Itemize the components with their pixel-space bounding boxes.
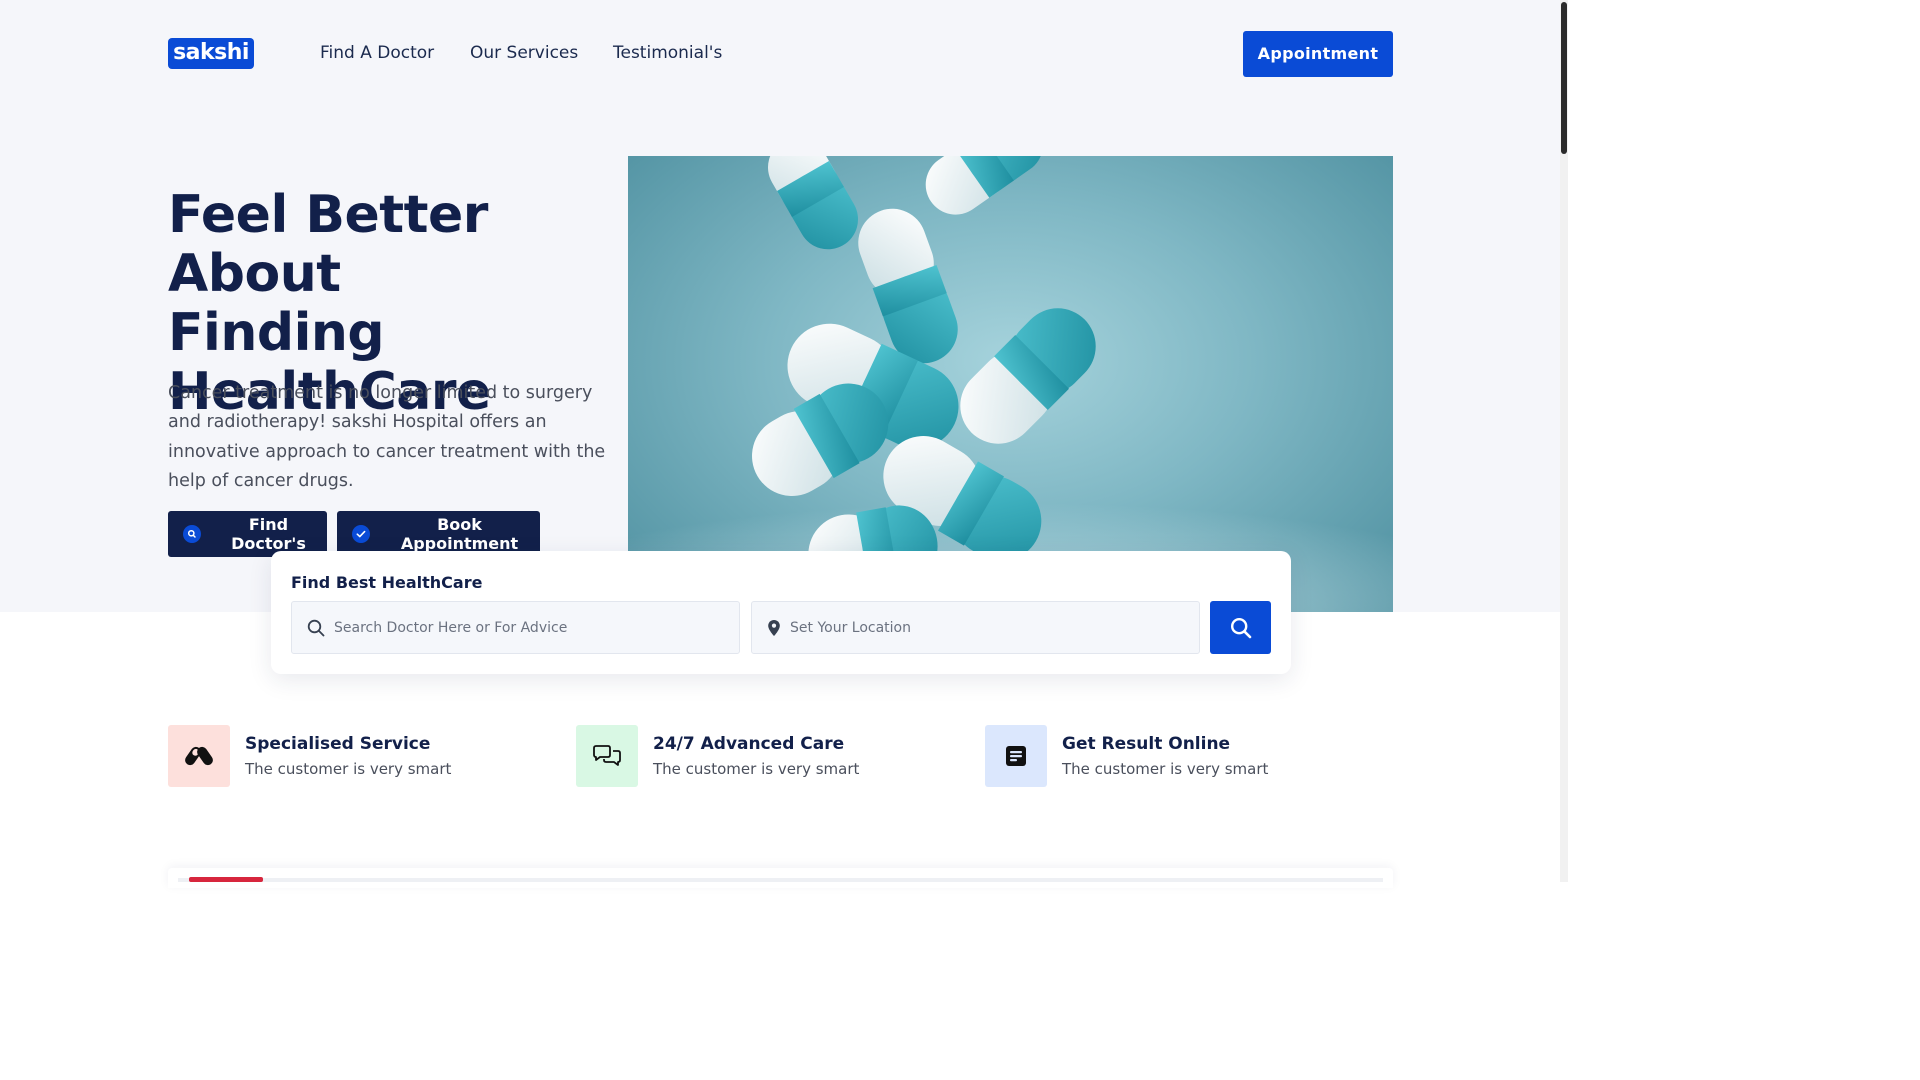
- nav-our-services[interactable]: Our Services: [470, 43, 578, 63]
- appointment-button[interactable]: Appointment: [1243, 31, 1393, 77]
- location-field[interactable]: [751, 601, 1200, 654]
- location-input[interactable]: [790, 619, 1170, 636]
- check-icon: [352, 525, 370, 543]
- search-icon: [1230, 617, 1252, 639]
- doctor-search-field[interactable]: [291, 601, 740, 654]
- search-icon: [183, 525, 201, 543]
- feature-advanced-care: 24/7 Advanced Care The customer is very …: [576, 725, 859, 787]
- next-section-card: [168, 868, 1393, 888]
- feature-title: Get Result Online: [1062, 734, 1231, 754]
- chat-icon: [576, 725, 638, 787]
- find-doctors-label: Find Doctor's: [231, 515, 306, 553]
- feature-title: 24/7 Advanced Care: [653, 734, 845, 754]
- nav-testimonials[interactable]: Testimonial's: [613, 43, 722, 63]
- hero-title-line-2: Finding: [168, 303, 385, 363]
- search-icon: [307, 619, 325, 637]
- accent-bar: [189, 877, 263, 882]
- doctor-search-input[interactable]: [334, 619, 714, 636]
- nav-find-a-doctor[interactable]: Find A Doctor: [320, 43, 434, 63]
- feature-subtitle: The customer is very smart: [245, 760, 452, 778]
- site-logo[interactable]: sakshi: [168, 38, 254, 69]
- hero-title-line-1: Feel Better About: [168, 185, 488, 304]
- feature-title: Specialised Service: [245, 734, 431, 754]
- document-icon: [985, 725, 1047, 787]
- search-card: Find Best HealthCare: [271, 551, 1291, 674]
- feature-result-online: Get Result Online The customer is very s…: [985, 725, 1268, 787]
- search-card-title: Find Best HealthCare: [291, 573, 483, 592]
- hero-description: Cancer treatment is no longer limited to…: [168, 383, 606, 492]
- page-scrollbar[interactable]: [1560, 0, 1568, 882]
- feature-subtitle: The customer is very smart: [1062, 760, 1269, 778]
- feature-subtitle: The customer is very smart: [653, 760, 860, 778]
- pills-icon: [168, 725, 230, 787]
- search-submit-button[interactable]: [1210, 601, 1271, 654]
- book-appointment-label: Book Appointment: [400, 515, 519, 553]
- hero-capsules-image: [628, 156, 1393, 612]
- feature-specialised-service: Specialised Service The customer is very…: [168, 725, 451, 787]
- location-pin-icon: [767, 619, 781, 637]
- scrollbar-thumb[interactable]: [1561, 2, 1567, 154]
- divider: [178, 878, 1383, 882]
